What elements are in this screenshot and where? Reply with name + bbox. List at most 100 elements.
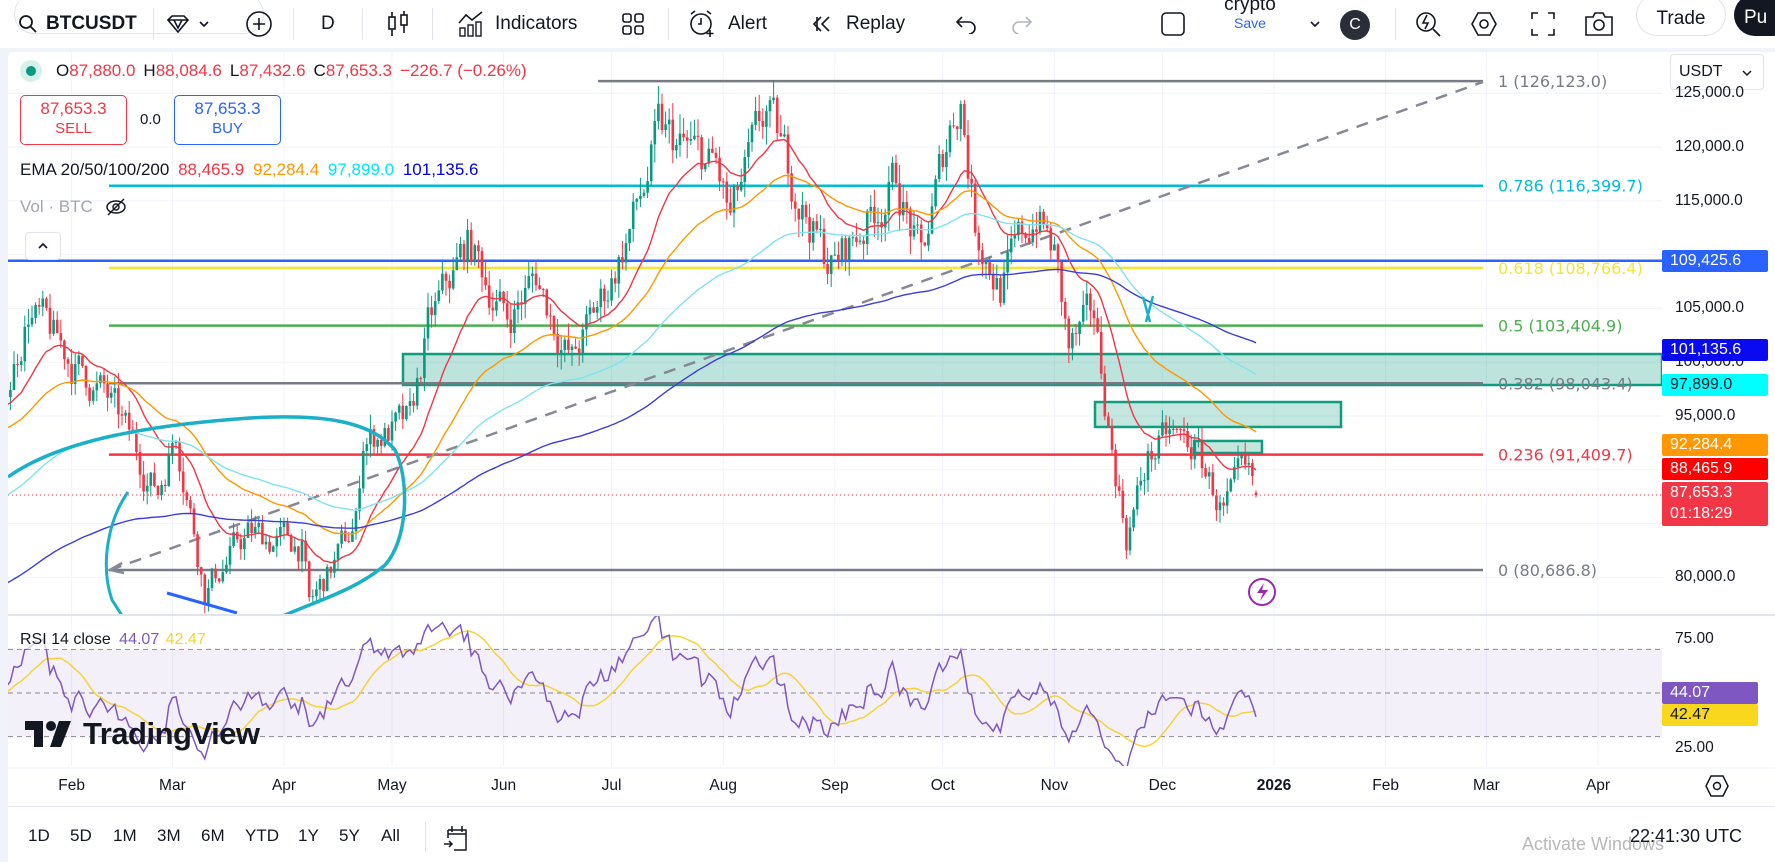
rsi-legend[interactable]: RSI 14 close 44.07 42.47 <box>20 631 206 649</box>
candle-body <box>311 596 315 598</box>
open-value: 87,880.0 <box>69 61 136 80</box>
range-button-5y[interactable]: 5Y <box>339 826 360 846</box>
candle-body <box>858 240 862 242</box>
candle-body <box>1013 235 1017 239</box>
time-axis-label: Mar <box>1473 777 1500 794</box>
ema100-price-badge: 97,899.0 <box>1662 374 1768 396</box>
candle-body <box>790 173 793 202</box>
candle-body <box>271 546 275 552</box>
rsi-ma-value: 42.47 <box>165 631 206 648</box>
candle-body <box>873 206 876 223</box>
candle-body <box>1035 229 1038 232</box>
range-button-1m[interactable]: 1M <box>113 826 137 846</box>
range-button-ytd[interactable]: YTD <box>245 826 279 846</box>
rsi-ma-value-badge: 42.47 <box>1662 704 1758 726</box>
candle-body <box>451 270 455 289</box>
candle-body <box>423 338 426 379</box>
clock[interactable]: 22:41:30 UTC <box>1630 826 1742 847</box>
candle-body <box>1139 480 1143 486</box>
time-axis-label: Mar <box>159 777 186 794</box>
candle-body <box>545 289 549 316</box>
candle-body <box>1121 490 1125 519</box>
candle-body <box>196 534 199 568</box>
candle-body <box>577 348 581 354</box>
range-button-6m[interactable]: 6M <box>201 826 225 846</box>
candle-body <box>459 243 462 258</box>
time-axis-label: Feb <box>1372 777 1399 794</box>
candle-body <box>696 135 700 138</box>
candle-body <box>257 522 261 528</box>
candle-body <box>505 303 509 320</box>
candle-body <box>603 288 606 302</box>
go-to-date-button[interactable] <box>442 822 470 857</box>
candle-body <box>408 401 412 406</box>
tradingview-logo-icon <box>25 721 71 747</box>
candle-body <box>1179 429 1182 431</box>
candle-body <box>667 119 671 125</box>
price-axis-label: 125,000.0 <box>1675 84 1744 102</box>
candle-body <box>729 202 732 213</box>
candle-body <box>192 508 196 535</box>
candle-body <box>181 471 185 493</box>
candle-body <box>945 152 948 168</box>
range-button-5d[interactable]: 5D <box>70 826 92 846</box>
candle-body <box>513 309 516 334</box>
range-button-all[interactable]: All <box>381 826 400 846</box>
sell-button[interactable]: 87,653.3 SELL <box>20 95 127 145</box>
price-axis-label: 105,000.0 <box>1675 299 1744 317</box>
candle-body <box>567 339 570 350</box>
candle-body <box>1063 301 1067 319</box>
ema20-price-badge: 88,465.9 <box>1662 458 1768 480</box>
candle-body <box>991 274 995 290</box>
candle-body <box>397 405 401 413</box>
candle-body <box>556 333 559 354</box>
low-label: L <box>229 61 240 80</box>
buy-button[interactable]: 87,653.3 BUY <box>174 95 281 145</box>
candle-body <box>495 301 498 311</box>
candle-body <box>27 324 30 327</box>
candle-body <box>775 97 779 134</box>
candle-body <box>563 339 567 351</box>
candle-body <box>383 428 387 446</box>
volume-legend[interactable]: Vol · BTC <box>20 196 127 218</box>
candle-body <box>757 110 761 121</box>
candle-body <box>59 333 63 341</box>
candle-body <box>822 228 826 264</box>
candle-body <box>243 537 246 550</box>
candle-body <box>318 578 322 590</box>
range-button-3m[interactable]: 3M <box>157 826 181 846</box>
candle-body <box>718 157 721 182</box>
candle-body <box>9 390 12 398</box>
candle-body <box>347 540 351 542</box>
candle-body <box>462 243 466 263</box>
price-axis-label: 80,000.0 <box>1675 568 1736 586</box>
candle-body <box>343 530 347 541</box>
range-button-1y[interactable]: 1Y <box>298 826 319 846</box>
ema-legend[interactable]: EMA 20/50/100/200 88,465.9 92,284.4 97,8… <box>20 160 478 180</box>
candle-body <box>426 307 430 339</box>
candle-body <box>315 589 318 597</box>
candle-body <box>671 119 675 151</box>
candle-body <box>1128 527 1132 551</box>
time-axis-settings-button[interactable] <box>1704 774 1730 803</box>
chevron-down-icon <box>1742 70 1752 77</box>
eye-hidden-icon[interactable] <box>105 196 127 218</box>
candle-body <box>1132 509 1135 528</box>
ema20-value: 88,465.9 <box>178 160 245 179</box>
candle-body <box>477 245 480 252</box>
candle-body <box>977 232 981 251</box>
candle-body <box>804 204 808 218</box>
candle-body <box>286 522 289 535</box>
candle-body <box>63 340 66 360</box>
candle-body <box>167 454 171 487</box>
candle-body <box>837 254 840 261</box>
candle-body <box>1251 463 1254 477</box>
candle-body <box>1002 272 1006 303</box>
range-button-1d[interactable]: 1D <box>28 826 50 846</box>
candle-body <box>109 392 113 398</box>
candle-body <box>135 433 138 453</box>
candle-body <box>919 224 923 243</box>
candle-body <box>52 319 55 334</box>
candle-body <box>214 568 217 579</box>
collapse-legend-button[interactable] <box>25 232 61 260</box>
